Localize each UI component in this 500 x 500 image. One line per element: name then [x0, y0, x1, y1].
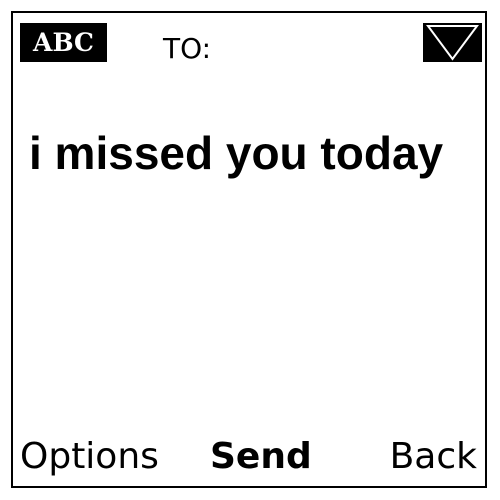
send-softkey[interactable]: Send [210, 434, 312, 480]
softkey-bar: Options Send Back [13, 434, 485, 480]
phone-screen: ABC TO: i missed you today Options Send … [11, 11, 487, 488]
input-mode-badge[interactable]: ABC [20, 23, 107, 62]
dropdown-triangle-icon[interactable] [423, 23, 482, 62]
back-softkey[interactable]: Back [390, 434, 477, 480]
options-softkey[interactable]: Options [20, 434, 159, 480]
to-field-label[interactable]: TO: [163, 31, 211, 67]
message-body[interactable]: i missed you today [29, 129, 469, 177]
